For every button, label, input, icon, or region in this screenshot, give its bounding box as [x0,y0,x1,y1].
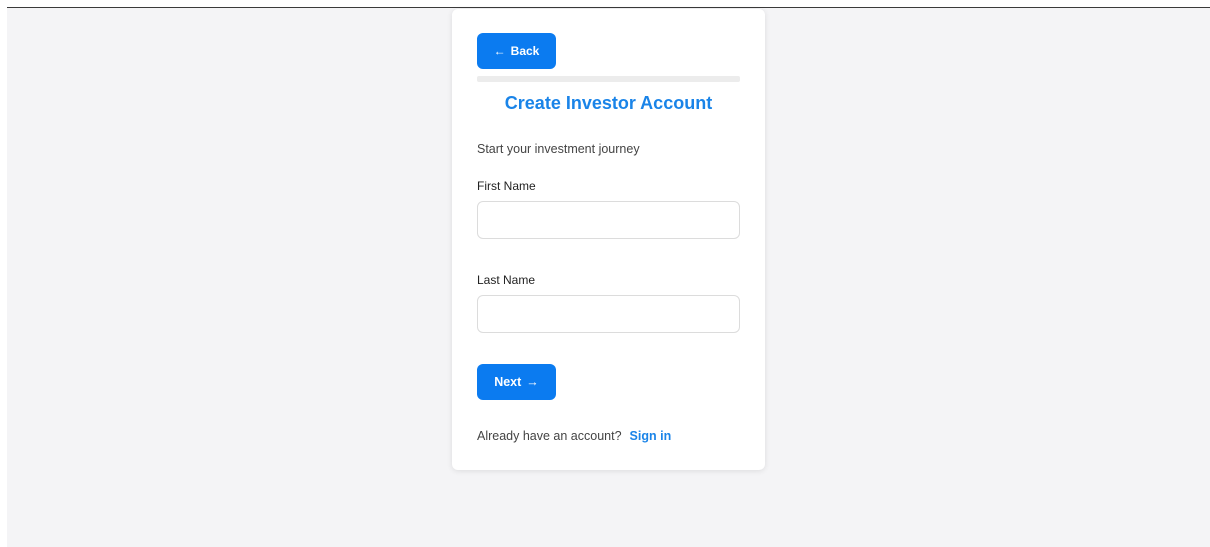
signup-card: ← Back Create Investor Account Start you… [452,9,765,470]
back-button[interactable]: ← Back [477,33,556,69]
signin-prompt-row: Already have an account? Sign in [477,429,671,443]
back-button-label: Back [510,44,540,58]
progress-bar [477,76,740,82]
arrow-right-icon: → [526,375,539,389]
page-subtitle: Start your investment journey [477,142,640,156]
page-title: Create Investor Account [504,93,713,113]
first-name-field[interactable] [477,201,740,239]
last-name-label: Last Name [477,273,536,287]
signin-prompt-text: Already have an account? [477,429,622,443]
signin-link[interactable]: Sign in [630,429,672,443]
arrow-left-icon: ← [493,44,506,58]
first-name-label: First Name [477,179,536,193]
page-background: ← Back Create Investor Account Start you… [7,7,1210,547]
next-button[interactable]: Next → [477,364,556,400]
last-name-field[interactable] [477,295,740,333]
next-button-label: Next [494,375,522,389]
